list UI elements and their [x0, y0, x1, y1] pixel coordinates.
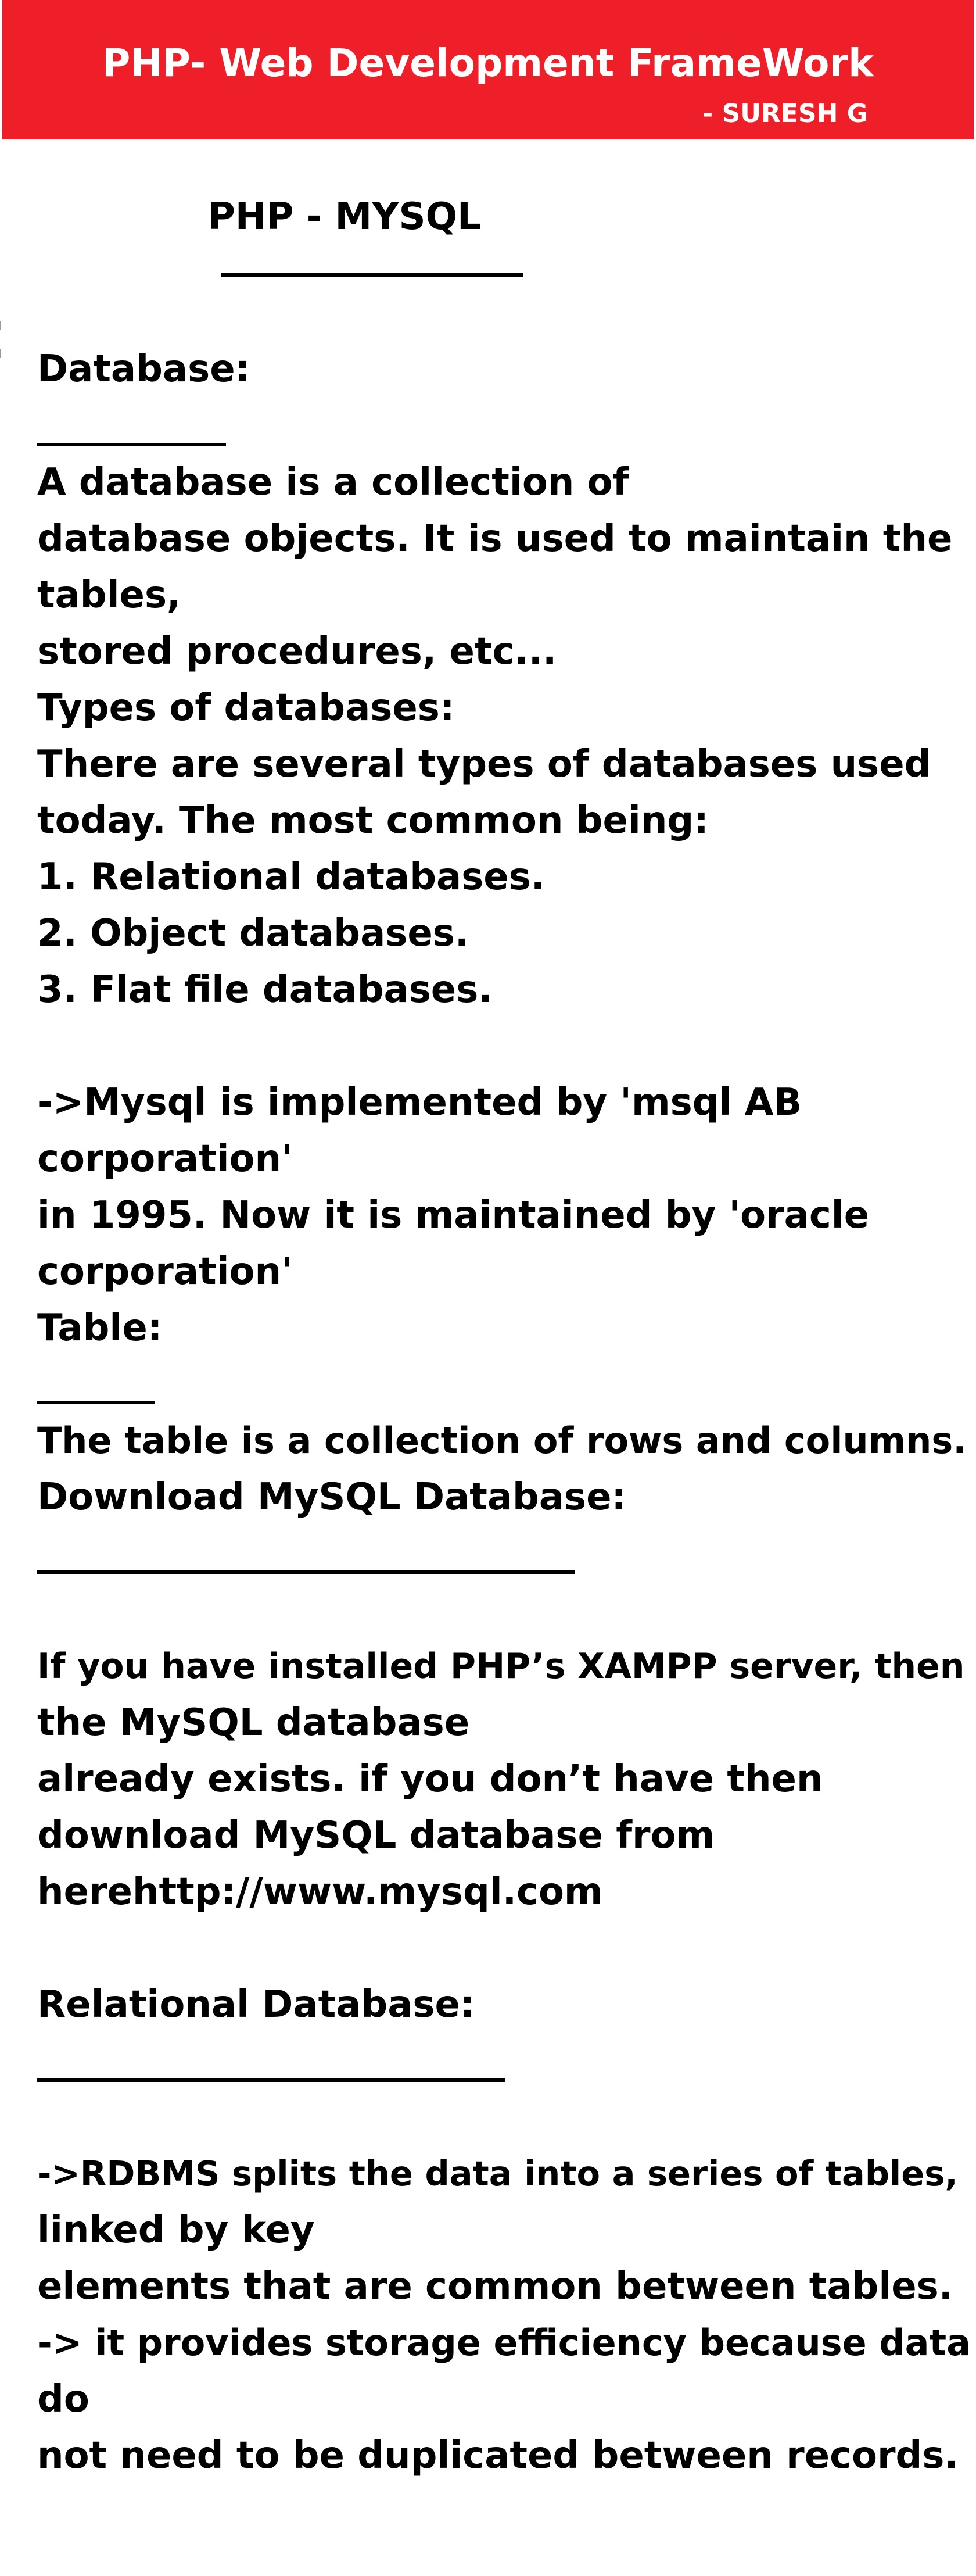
paragraph-line: herehttp://www.mysql.com [37, 1870, 603, 1913]
paragraph-line: already exists. if you don’t have then [37, 1758, 823, 1801]
list-item: 2. Object databases. [37, 912, 469, 955]
page-heading: PHP - MYSQL [208, 195, 481, 238]
paragraph-line: The table is a collection of rows and co… [37, 1419, 967, 1462]
paragraph-line: ->RDBMS splits the data into a series of… [37, 2153, 958, 2194]
paragraph-line: linked by key [37, 2209, 315, 2252]
paragraph-line: corporation' [37, 1250, 293, 1293]
download-label: Download MySQL Database: [37, 1476, 627, 1519]
paragraph-line: in 1995. Now it is maintained by 'oracle [37, 1194, 870, 1237]
list-item: 1. Relational databases. [37, 856, 546, 899]
download-label-underline [37, 1570, 575, 1574]
list-item: 3. Flat file databases. [37, 968, 493, 1011]
paragraph-line: tables, [37, 574, 181, 617]
paragraph-line: If you have installed PHP’s XAMPP server… [37, 1646, 965, 1687]
paragraph-line: ->Mysql is implemented by 'msql AB [37, 1081, 802, 1124]
table-label-underline [37, 1401, 155, 1404]
paragraph-line: download MySQL database from [37, 1814, 715, 1857]
database-label-underline [37, 443, 226, 446]
paragraph-line: not need to be duplicated between record… [37, 2434, 959, 2477]
banner-author: - SURESH G [702, 99, 868, 128]
paragraph-line: Types of databases: [37, 686, 455, 729]
paragraph-line: corporation' [37, 1137, 293, 1180]
edge-mark [0, 321, 1, 330]
paragraph-line: -> it provides storage efficiency becaus… [37, 2321, 971, 2364]
paragraph-line: stored procedures, etc... [37, 630, 557, 673]
title-banner: PHP- Web Development FrameWork - SURESH … [2, 0, 974, 139]
paragraph-line: do [37, 2378, 89, 2421]
database-label: Database: [37, 348, 250, 391]
edge-mark [0, 349, 1, 358]
paragraph-line: A database is a collection of [37, 461, 629, 504]
paragraph-line: elements that are common between tables. [37, 2265, 953, 2308]
paragraph-line: There are several types of databases use… [37, 743, 931, 786]
paragraph-line: database objects. It is used to maintain… [37, 517, 953, 560]
relational-label: Relational Database: [37, 1983, 475, 2026]
table-label: Table: [37, 1307, 163, 1350]
paragraph-line: the MySQL database [37, 1701, 470, 1744]
banner-title: PHP- Web Development FrameWork [102, 41, 874, 85]
heading-underline [221, 273, 523, 277]
paragraph-line: today. The most common being: [37, 799, 709, 842]
relational-label-underline [37, 2078, 505, 2082]
